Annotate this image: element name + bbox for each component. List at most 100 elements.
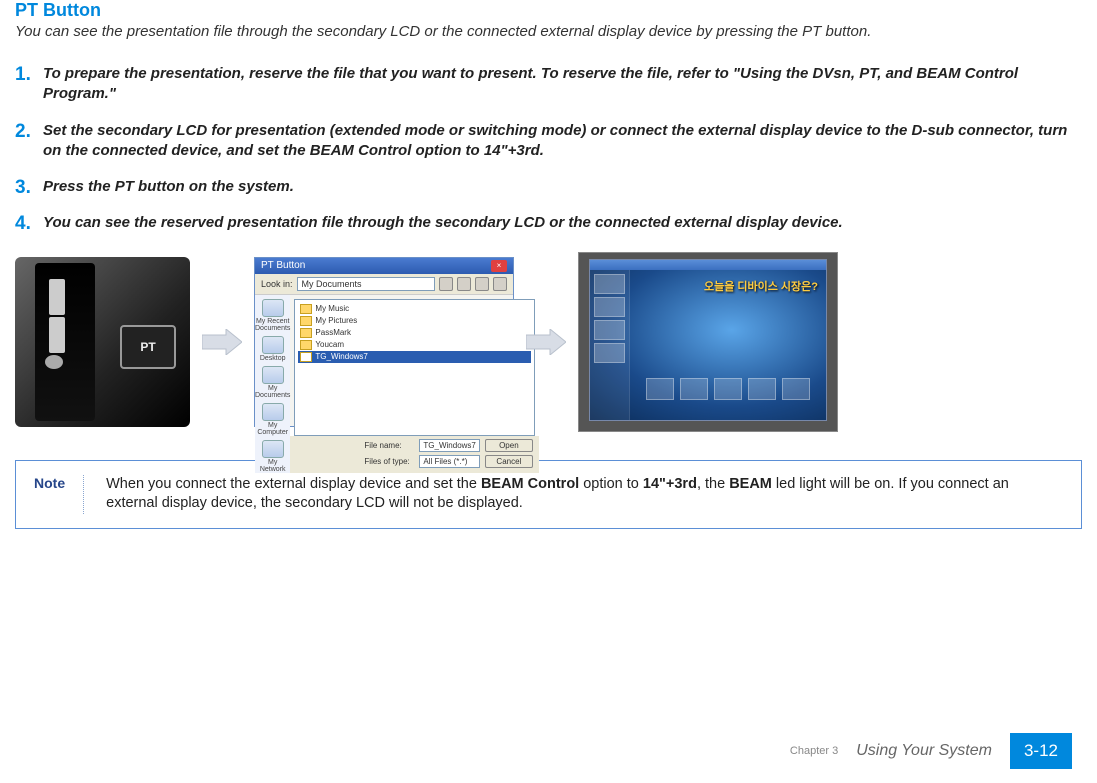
note-bold-beam: BEAM [729, 476, 772, 492]
sidebar-desktop-label: Desktop [260, 355, 286, 362]
sidebar-mynet-label: My Network [260, 459, 286, 473]
filename-input[interactable]: TG_Windows7 [419, 439, 479, 452]
note-t5: , the [697, 476, 729, 492]
step-1-text: To prepare the presentation, reserve the… [43, 65, 1018, 102]
note-box: Note When you connect the external displ… [15, 460, 1082, 529]
file-label: PassMark [315, 328, 351, 337]
steps-list: To prepare the presentation, reserve the… [15, 64, 1082, 234]
file-item-mypictures[interactable]: My Pictures [298, 315, 530, 327]
file-icon [300, 352, 312, 362]
dialog-body: My Recent Documents Desktop My Documents… [255, 295, 513, 473]
sleep-switch [49, 317, 65, 353]
file-label: Youcam [315, 340, 344, 349]
sidebar-mycomp-label: My Computer [257, 422, 288, 436]
sidebar-mydocs[interactable]: My Documents [255, 366, 290, 399]
slide-thumb [594, 274, 625, 294]
close-icon[interactable]: × [491, 260, 507, 272]
step-2: Set the secondary LCD for presentation (… [15, 121, 1082, 162]
file-label: My Music [315, 304, 349, 313]
slide-card [680, 378, 708, 400]
intro-text: You can see the presentation file throug… [15, 23, 1082, 40]
step-3-text-c: button on the system. [134, 178, 294, 195]
footer-chapter: Chapter 3 [790, 745, 838, 757]
file-item-mymusic[interactable]: My Music [298, 303, 530, 315]
cancel-button[interactable]: Cancel [485, 455, 533, 468]
dialog-topbar: Look in: My Documents [255, 274, 513, 295]
desktop-icon [262, 336, 284, 354]
dialog-titlebar: PT Button × [255, 258, 513, 274]
step-2-text-a: Set the secondary LCD for presentation (… [43, 122, 1067, 159]
filename-label: File name: [364, 441, 414, 450]
mynet-icon [262, 440, 284, 458]
note-bold-size: 14"+3rd [643, 476, 697, 492]
step-3: Press the PT button on the system. [15, 177, 1082, 197]
hold-switch [49, 279, 65, 315]
footer-title: Using Your System [856, 742, 992, 760]
mydocs-icon [262, 366, 284, 384]
filetype-label: Files of type: [364, 457, 414, 466]
pt-button-on-device [45, 355, 63, 369]
step-1: To prepare the presentation, reserve the… [15, 64, 1082, 105]
recent-icon [262, 299, 284, 317]
step-3-bold-pt: PT [115, 178, 134, 195]
image-row: PT PT Button × Look in: My Documents My … [15, 252, 1082, 432]
preview-slide-strip [590, 270, 630, 420]
arrow-icon-2 [526, 327, 566, 357]
presentation-preview: 오늘을 디바이스 시장은? [578, 252, 838, 432]
slide-thumb [594, 343, 625, 363]
device-photo: PT [15, 257, 190, 427]
note-label: Note [34, 475, 84, 514]
step-2-bold-size: 14"+3rd [484, 142, 540, 159]
newfolder-icon[interactable] [475, 277, 489, 291]
folder-icon [300, 328, 312, 338]
slide-cards [640, 378, 816, 400]
step-4-text: You can see the reserved presentation fi… [43, 214, 843, 231]
file-label: TG_Windows7 [315, 352, 367, 361]
file-open-dialog: PT Button × Look in: My Documents My Rec… [254, 257, 514, 427]
look-in-label: Look in: [261, 279, 293, 289]
slide-card [748, 378, 776, 400]
views-icon[interactable] [493, 277, 507, 291]
step-4: You can see the reserved presentation fi… [15, 213, 1082, 233]
step-2-text-e: . [540, 142, 544, 159]
slide-thumb [594, 320, 625, 340]
page-footer: Chapter 3 Using Your System 3-12 [790, 733, 1072, 769]
look-in-dropdown[interactable]: My Documents [297, 277, 435, 291]
preview-content: 오늘을 디바이스 시장은? [590, 270, 826, 420]
preview-main-slide: 오늘을 디바이스 시장은? [630, 270, 826, 420]
preview-window: 오늘을 디바이스 시장은? [589, 259, 827, 421]
file-item-youcam[interactable]: Youcam [298, 339, 530, 351]
sidebar-mycomp[interactable]: My Computer [255, 403, 290, 436]
sidebar-recent[interactable]: My Recent Documents [255, 299, 290, 332]
slide-card [782, 378, 810, 400]
slide-title-text: 오늘을 디바이스 시장은? [704, 278, 818, 294]
note-t1: When you connect the external display de… [106, 476, 481, 492]
sidebar-recent-label: My Recent Documents [255, 318, 290, 332]
sidebar-mynet[interactable]: My Network [255, 440, 290, 473]
note-bold-beamcontrol: BEAM Control [481, 476, 579, 492]
slide-card [646, 378, 674, 400]
file-list-pane[interactable]: My Music My Pictures PassMark Youcam TG_… [294, 299, 534, 436]
sidebar-mydocs-label: My Documents [255, 385, 290, 399]
step-2-bold-beam: BEAM Control [310, 142, 412, 159]
mycomp-icon [262, 403, 284, 421]
filetype-dropdown[interactable]: All Files (*.*) [419, 455, 479, 468]
note-text: When you connect the external display de… [106, 475, 1063, 514]
slide-thumb [594, 297, 625, 317]
section-title: PT Button [15, 0, 1082, 21]
up-icon[interactable] [457, 277, 471, 291]
preview-titlebar [590, 260, 826, 270]
back-icon[interactable] [439, 277, 453, 291]
sidebar-desktop[interactable]: Desktop [260, 336, 286, 362]
step-3-text-a: Press the [43, 178, 115, 195]
dialog-bottom: File name: TG_Windows7 Open Files of typ… [290, 436, 538, 473]
dialog-title-text: PT Button [261, 260, 305, 271]
pt-button-callout: PT [120, 325, 176, 369]
arrow-icon-1 [202, 327, 242, 357]
file-label: My Pictures [315, 316, 357, 325]
file-item-selected[interactable]: TG_Windows7 [298, 351, 530, 363]
device-side-strip [35, 263, 95, 421]
open-button[interactable]: Open [485, 439, 533, 452]
folder-icon [300, 316, 312, 326]
file-item-passmark[interactable]: PassMark [298, 327, 530, 339]
